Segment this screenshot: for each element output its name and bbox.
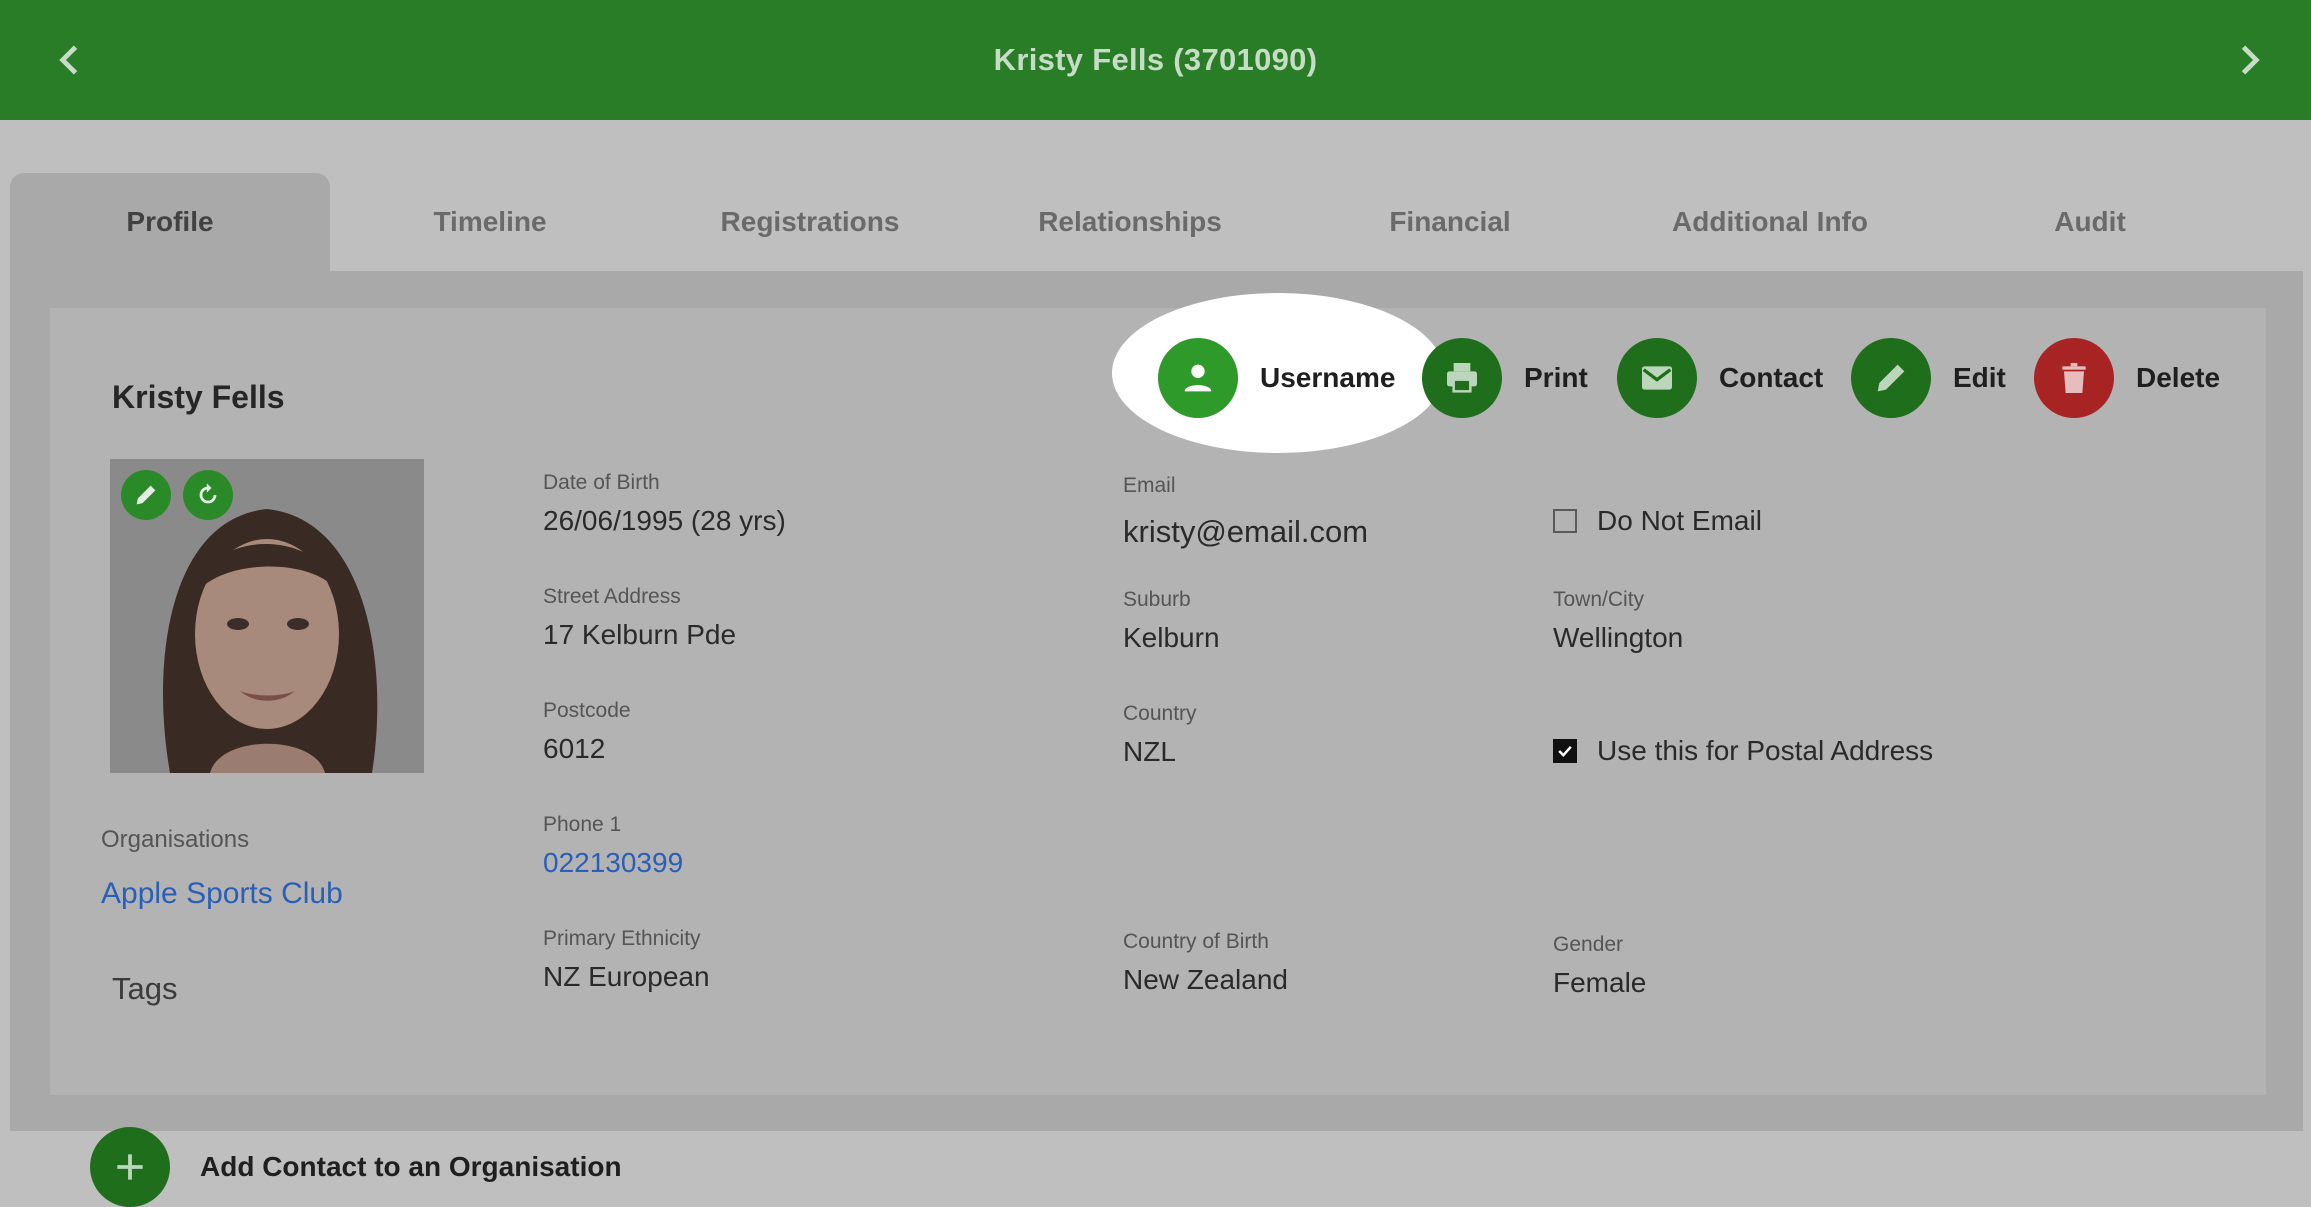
delete-button[interactable]: Delete: [2034, 338, 2220, 418]
country-of-birth-value: New Zealand: [1123, 964, 1288, 995]
delete-label: Delete: [2136, 362, 2221, 393]
contact-label: Contact: [1719, 362, 1824, 393]
do-not-email-label: Do Not Email: [1597, 505, 1762, 536]
edit-photo-button[interactable]: [121, 470, 171, 520]
country-value: NZL: [1123, 736, 1176, 767]
street-label: Street Address: [543, 585, 681, 608]
printer-icon: [1422, 338, 1502, 418]
previous-record-button[interactable]: [48, 38, 92, 82]
ethnicity-value: NZ European: [543, 961, 710, 992]
trash-icon: [2034, 338, 2114, 418]
dob-value: 26/06/1995 (28 yrs): [543, 505, 786, 536]
gender-value: Female: [1553, 967, 1647, 998]
add-contact-to-organisation-button[interactable]: Add Contact to an Organisation: [90, 1127, 622, 1207]
town-value: Wellington: [1553, 622, 1684, 653]
add-contact-label: Add Contact to an Organisation: [200, 1151, 622, 1182]
do-not-email-checkbox[interactable]: Do Not Email: [1553, 505, 1762, 537]
phone-label: Phone 1: [543, 813, 622, 836]
print-label: Print: [1524, 362, 1588, 393]
edit-button[interactable]: Edit: [1851, 338, 2006, 418]
tab-profile[interactable]: Profile: [10, 173, 330, 271]
suburb-label: Suburb: [1123, 588, 1191, 611]
username-label: Username: [1260, 362, 1396, 393]
dob-label: Date of Birth: [543, 471, 660, 494]
checkbox-checked: [1553, 739, 1577, 763]
street-value: 17 Kelburn Pde: [543, 619, 737, 650]
country-of-birth-label: Country of Birth: [1123, 930, 1269, 953]
postal-address-label: Use this for Postal Address: [1597, 735, 1934, 766]
page-title: Kristy Fells (3701090): [993, 42, 1318, 77]
tab-relationships[interactable]: Relationships: [970, 173, 1290, 271]
tab-audit[interactable]: Audit: [1930, 173, 2250, 271]
suburb-value: Kelburn: [1123, 622, 1220, 653]
ethnicity-label: Primary Ethnicity: [543, 927, 701, 950]
pencil-icon: [1851, 338, 1931, 418]
chevron-left-icon: [59, 45, 78, 75]
chevron-right-icon: [2241, 45, 2260, 75]
organisations-label: Organisations: [101, 826, 250, 853]
top-header-bar: Kristy Fells (3701090): [0, 0, 2311, 120]
country-label: Country: [1123, 702, 1197, 725]
next-record-button[interactable]: [2227, 38, 2271, 82]
print-button[interactable]: Print: [1422, 338, 1588, 418]
email-label: Email: [1123, 474, 1176, 497]
tab-registrations[interactable]: Registrations: [650, 173, 970, 271]
postal-address-checkbox[interactable]: Use this for Postal Address: [1553, 735, 1933, 767]
tags-label: Tags: [112, 971, 178, 1006]
gender-label: Gender: [1553, 933, 1624, 956]
phone-link[interactable]: 022130399: [543, 847, 683, 879]
postcode-label: Postcode: [543, 699, 631, 722]
tab-timeline[interactable]: Timeline: [330, 173, 650, 271]
envelope-icon: [1617, 338, 1697, 418]
person-icon: [1158, 338, 1238, 418]
rotate-photo-button[interactable]: [183, 470, 233, 520]
checkbox-unchecked: [1553, 509, 1577, 533]
postcode-value: 6012: [543, 733, 606, 764]
username-button[interactable]: Username: [1158, 338, 1395, 418]
checkmark-icon: [1558, 745, 1572, 757]
rotate-icon: [199, 483, 217, 504]
organisation-link[interactable]: Apple Sports Club: [101, 877, 343, 911]
profile-tabs: Profile Timeline Registrations Relations…: [10, 173, 2311, 271]
tab-additional-info[interactable]: Additional Info: [1610, 173, 1930, 271]
edit-label: Edit: [1953, 362, 2006, 393]
town-label: Town/City: [1553, 588, 1645, 611]
contact-button[interactable]: Contact: [1617, 338, 1823, 418]
pencil-icon: [136, 485, 156, 505]
plus-icon: [90, 1127, 170, 1207]
profile-name-heading: Kristy Fells: [112, 379, 285, 415]
tab-financial[interactable]: Financial: [1290, 173, 1610, 271]
email-value: kristy@email.com: [1123, 514, 1369, 549]
